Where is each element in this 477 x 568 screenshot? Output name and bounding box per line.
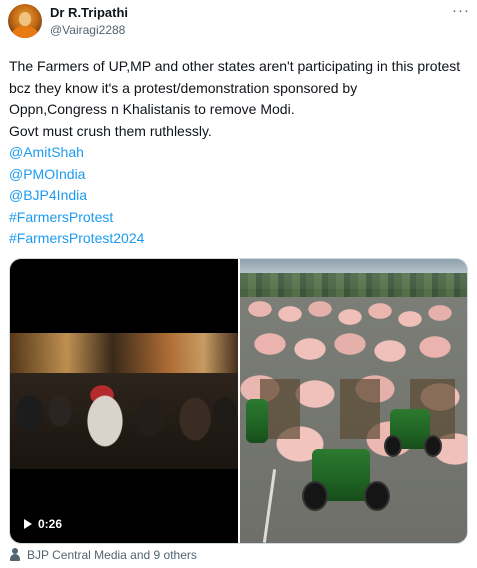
avatar-robe xyxy=(12,26,38,38)
tweet-text: The Farmers of UP,MP and other states ar… xyxy=(9,56,474,250)
author-avatar[interactable] xyxy=(8,4,42,38)
tweet-line: bcz they know it's a protest/demonstrati… xyxy=(9,79,358,96)
tweet-line: Govt must crush them ruthlessly. xyxy=(9,122,212,139)
play-icon xyxy=(24,519,32,529)
hashtag-farmersprotest-link[interactable]: #FarmersProtest xyxy=(9,207,474,229)
photo-tractor-wheel xyxy=(302,481,328,511)
person-icon xyxy=(9,548,21,561)
mention-pmoindia-link[interactable]: @PMOIndia xyxy=(9,164,474,186)
mention-bjp4india-link[interactable]: @BJP4India xyxy=(9,185,474,207)
video-duration-badge: 0:26 xyxy=(18,514,69,534)
video-duration: 0:26 xyxy=(38,517,63,531)
video-player[interactable]: 0:26 xyxy=(10,259,238,543)
video-scene-crowd xyxy=(10,373,238,469)
tweet-line: Oppn,Congress n Khalistanis to remove Mo… xyxy=(9,101,295,117)
avatar-face xyxy=(19,12,31,26)
mention-amitshah-link[interactable]: @AmitShah xyxy=(9,142,474,164)
video-frame xyxy=(10,333,238,469)
media-grid: 0:26 xyxy=(9,258,468,544)
hashtag-farmersprotest2024-link[interactable]: #FarmersProtest2024 xyxy=(9,228,474,250)
attached-photo[interactable] xyxy=(240,259,467,543)
more-options-icon[interactable]: ··· xyxy=(452,2,470,19)
tweet-line: The Farmers of UP,MP and other states ar… xyxy=(9,58,461,74)
photo-tractor-wheel xyxy=(364,481,390,511)
author-name[interactable]: Dr R.Tripathi xyxy=(50,5,128,20)
photo-tractor-wheel xyxy=(424,435,442,457)
photo-tractor-wheel xyxy=(384,435,402,457)
photo-tractor xyxy=(246,399,268,443)
photo-trailers xyxy=(240,379,467,439)
author-handle[interactable]: @Vairagi2288 xyxy=(50,23,125,37)
tagged-users[interactable]: BJP Central Media and 9 others xyxy=(9,548,197,562)
tagged-users-label: BJP Central Media and 9 others xyxy=(27,548,197,562)
